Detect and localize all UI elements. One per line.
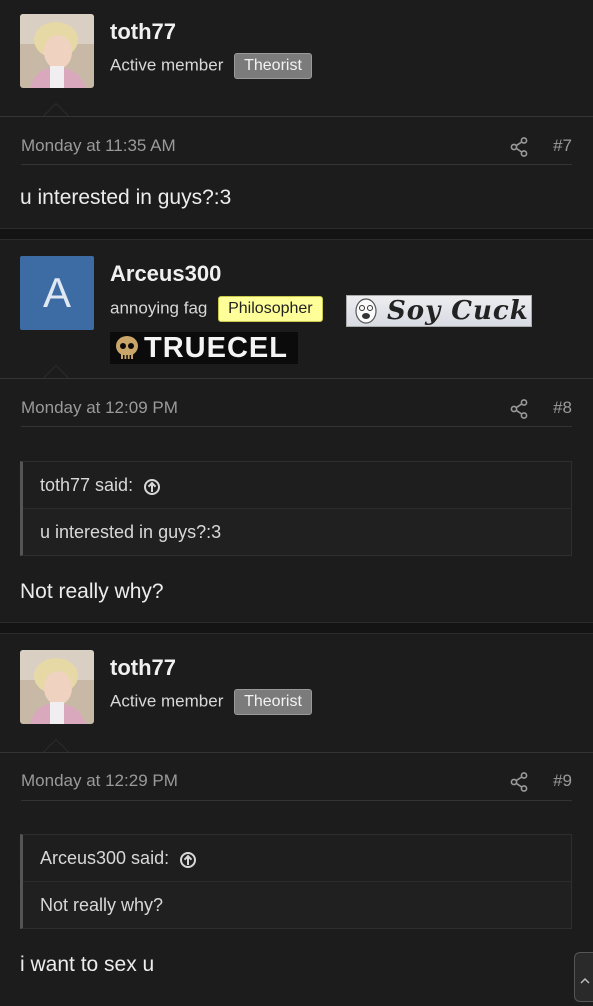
post-pointer	[42, 739, 70, 753]
meta-divider	[21, 800, 572, 801]
post-meta: Monday at 12:09 PM #8	[21, 398, 572, 422]
share-icon[interactable]	[510, 399, 528, 419]
quote-text: u interested in guys?:3	[40, 522, 222, 542]
face-icon	[355, 298, 377, 324]
post-pointer	[42, 365, 70, 379]
divider	[0, 378, 593, 379]
quote-author: toth77 said:	[40, 475, 134, 495]
post-separator	[0, 228, 593, 240]
soy-cuck-text: Soy Cuck	[387, 296, 529, 326]
quote-header[interactable]: toth77 said:	[23, 462, 571, 509]
user-badge: Theorist	[234, 53, 312, 79]
post-date[interactable]: Monday at 12:29 PM	[21, 771, 178, 791]
skull-icon	[116, 336, 138, 359]
user-avatar[interactable]: A	[20, 256, 94, 330]
user-title: Active member Theorist	[110, 53, 312, 79]
chevron-up-icon	[580, 977, 590, 984]
post-number[interactable]: #7	[553, 136, 572, 156]
divider	[0, 116, 593, 117]
user-title-text: Active member	[110, 55, 224, 75]
post-number[interactable]: #9	[553, 771, 572, 791]
post-message: u interested in guys?:3	[20, 186, 232, 209]
quote-block: toth77 said: u interested in guys?:3	[20, 461, 572, 556]
user-title: annoying fag Philosopher	[110, 296, 323, 322]
meta-divider	[21, 426, 572, 427]
post-meta: Monday at 12:29 PM #9	[21, 771, 572, 795]
username[interactable]: toth77	[110, 655, 176, 681]
post-meta: Monday at 11:35 AM #7	[21, 136, 572, 160]
arrow-up-circle-icon[interactable]	[180, 852, 197, 868]
truecel-text: TRUECEL	[144, 332, 288, 364]
scroll-to-top-button[interactable]	[574, 952, 593, 1002]
avatar-photo-icon	[20, 650, 94, 724]
user-badge: Theorist	[234, 689, 312, 715]
avatar-photo-icon	[20, 14, 94, 88]
post-number[interactable]: #8	[553, 398, 572, 418]
user-badge: Philosopher	[218, 296, 323, 322]
soy-cuck-banner: Soy Cuck	[346, 295, 532, 327]
username[interactable]: toth77	[110, 19, 176, 45]
share-icon[interactable]	[510, 772, 528, 792]
post-message: i want to sex u	[20, 953, 155, 976]
quote-block: Arceus300 said: Not really why?	[20, 834, 572, 929]
post-separator	[0, 622, 593, 634]
divider	[0, 752, 593, 753]
post-date[interactable]: Monday at 12:09 PM	[21, 398, 178, 418]
arrow-up-circle-icon[interactable]	[144, 479, 161, 495]
truecel-banner: TRUECEL	[110, 332, 298, 364]
username[interactable]: Arceus300	[110, 261, 221, 287]
user-title: Active member Theorist	[110, 689, 312, 715]
user-avatar[interactable]	[20, 14, 94, 88]
user-title-text: annoying fag	[110, 298, 208, 318]
post-pointer	[42, 103, 70, 117]
quote-text: Not really why?	[40, 895, 164, 915]
post-message: Not really why?	[20, 580, 164, 603]
quote-header[interactable]: Arceus300 said:	[23, 835, 571, 882]
user-title-text: Active member	[110, 691, 224, 711]
share-icon[interactable]	[510, 137, 528, 157]
quote-author: Arceus300 said:	[40, 848, 170, 868]
user-avatar[interactable]	[20, 650, 94, 724]
meta-divider	[21, 164, 572, 165]
post-date[interactable]: Monday at 11:35 AM	[21, 136, 176, 156]
